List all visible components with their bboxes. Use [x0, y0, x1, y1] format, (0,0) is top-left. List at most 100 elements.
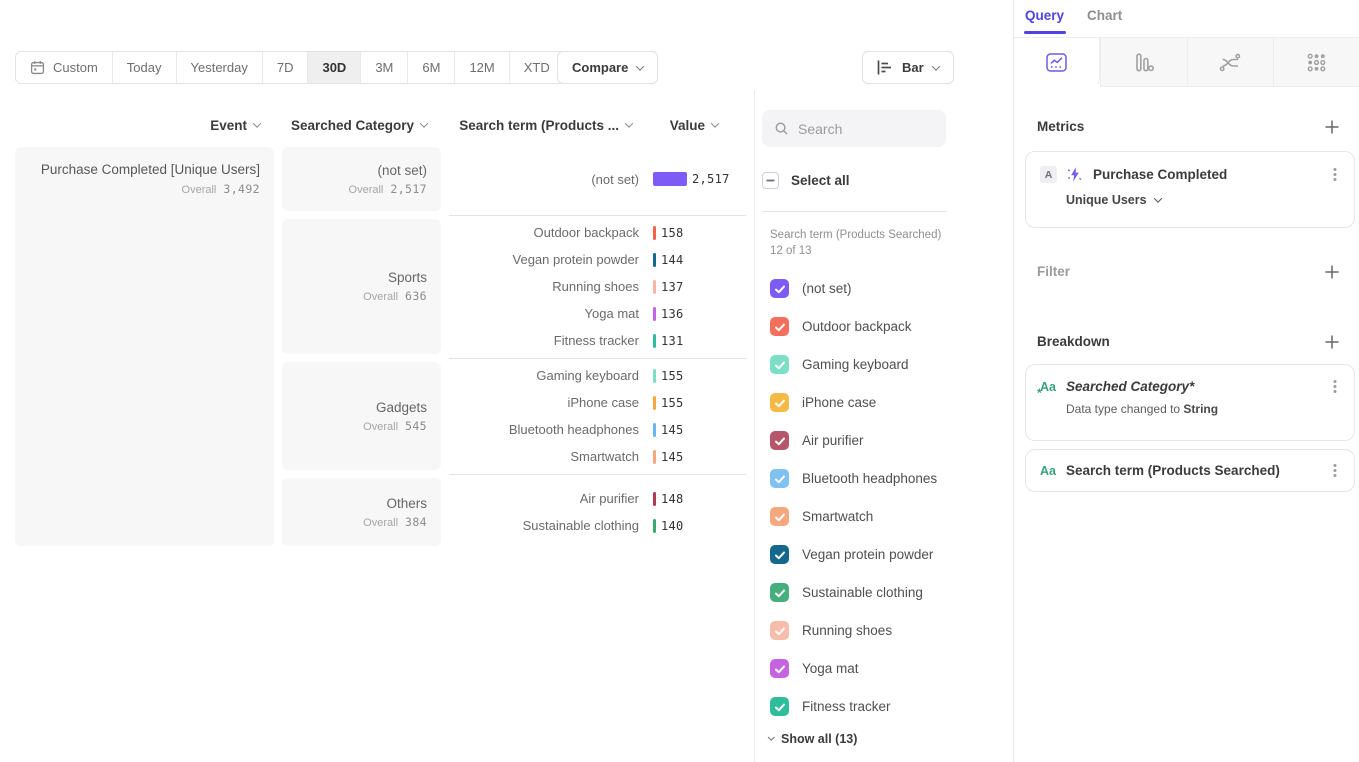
kebab-menu-icon[interactable]: [1328, 378, 1342, 395]
date-range-7d[interactable]: 7D: [263, 52, 309, 83]
filter-checkbox-list: (not set) Outdoor backpack Gaming keyboard…: [770, 279, 937, 716]
kebab-menu-icon[interactable]: [1328, 462, 1342, 479]
filter-item-gaming-keyboard[interactable]: Gaming keyboard: [770, 355, 937, 374]
retention-chart-icon: [1307, 53, 1326, 72]
date-range-yesterday[interactable]: Yesterday: [177, 52, 263, 83]
filter-item-outdoor-backpack[interactable]: Outdoor backpack: [770, 317, 937, 336]
overall-value: 636: [405, 289, 427, 303]
add-breakdown-button[interactable]: [1322, 332, 1342, 352]
category-cell: SportsOverall636: [282, 219, 441, 354]
chart-type-button[interactable]: Bar: [862, 51, 954, 84]
date-range-today[interactable]: Today: [113, 52, 177, 83]
date-range-6m[interactable]: 6M: [408, 52, 455, 83]
checkbox-checked[interactable]: [770, 697, 789, 716]
date-range-12m[interactable]: 12M: [455, 52, 509, 83]
value-number: 145: [661, 450, 684, 464]
date-range-3m[interactable]: 3M: [361, 52, 408, 83]
header-label: Searched Category: [291, 118, 414, 133]
horizontal-divider: [762, 211, 946, 212]
filter-item-vegan-protein-powder[interactable]: Vegan protein powder: [770, 545, 937, 564]
filter-item-fitness-tracker[interactable]: Fitness tracker: [770, 697, 937, 716]
date-range-30d[interactable]: 30D: [308, 52, 361, 83]
checkbox-label: Sustainable clothing: [802, 585, 923, 600]
add-filter-button[interactable]: [1322, 262, 1342, 282]
report-tab-retention[interactable]: [1273, 38, 1359, 87]
value-bar: [653, 492, 656, 506]
filter-item-yoga-mat[interactable]: Yoga mat: [770, 659, 937, 678]
value-row: Gaming keyboard155: [449, 362, 749, 389]
category-cell: (not set)Overall2,517: [282, 147, 441, 211]
breakdown-card[interactable]: AaSearch term (Products Searched): [1025, 449, 1355, 492]
checkbox-checked[interactable]: [770, 545, 789, 564]
show-all-label: Show all (13): [781, 732, 857, 746]
filter-item-sustainable-clothing[interactable]: Sustainable clothing: [770, 583, 937, 602]
add-metric-button[interactable]: [1322, 117, 1342, 137]
modified-asterisk: *: [1037, 386, 1042, 400]
checkbox-checked[interactable]: [770, 279, 789, 298]
report-tab-flows[interactable]: [1187, 38, 1273, 87]
checkbox-checked[interactable]: [770, 317, 789, 336]
event-cell: Purchase Completed [Unique Users] Overal…: [15, 147, 274, 546]
select-all-row[interactable]: Select all: [762, 172, 850, 189]
tab-query[interactable]: Query: [1025, 8, 1064, 23]
column-header-searched-category[interactable]: Searched Category: [282, 116, 427, 134]
checkbox-checked[interactable]: [770, 583, 789, 602]
category-cell: OthersOverall384: [282, 478, 441, 546]
checkbox-checked[interactable]: [770, 393, 789, 412]
overall-value: 3,492: [223, 182, 260, 196]
checkbox-label: Yoga mat: [802, 661, 859, 676]
report-tab-funnels[interactable]: [1100, 38, 1186, 87]
header-label: Value: [670, 118, 705, 133]
date-range-label: Yesterday: [191, 60, 248, 75]
category-name: Sports: [388, 270, 427, 285]
column-header-value[interactable]: Value: [660, 116, 718, 134]
select-all-label: Select all: [791, 173, 850, 188]
value-bar: [653, 280, 656, 294]
filter-item-bluetooth-headphones[interactable]: Bluetooth headphones: [770, 469, 937, 488]
value-row: Sustainable clothing140: [449, 512, 749, 539]
filter-item-smartwatch[interactable]: Smartwatch: [770, 507, 937, 526]
active-tab-underline: [1024, 31, 1066, 34]
report-tab-insights[interactable]: [1014, 38, 1100, 87]
aggregation-dropdown[interactable]: Unique Users: [1066, 193, 1354, 207]
search-term-label: iPhone case: [449, 395, 639, 410]
date-range-custom[interactable]: Custom: [16, 52, 113, 83]
select-all-checkbox-indeterminate[interactable]: [762, 172, 779, 189]
column-header-search-term[interactable]: Search term (Products ...: [449, 116, 632, 134]
checkbox-checked[interactable]: [770, 659, 789, 678]
search-input[interactable]: [798, 121, 928, 137]
filter-item--not-set-[interactable]: (not set): [770, 279, 937, 298]
search-term-label: Gaming keyboard: [449, 368, 639, 383]
search-term-label: Outdoor backpack: [449, 225, 639, 240]
breakdown-card[interactable]: Aa*Searched Category*Data type changed t…: [1025, 364, 1355, 441]
filter-item-iphone-case[interactable]: iPhone case: [770, 393, 937, 412]
header-label: Search term (Products ...: [459, 118, 619, 133]
kebab-menu-icon[interactable]: [1328, 166, 1342, 183]
search-term-label: Sustainable clothing: [449, 518, 639, 533]
filter-item-running-shoes[interactable]: Running shoes: [770, 621, 937, 640]
compare-button[interactable]: Compare: [557, 51, 658, 84]
value-row: Running shoes137: [449, 273, 749, 300]
metric-name: Purchase Completed: [1093, 167, 1227, 182]
metric-card[interactable]: A Purchase Completed Unique Users: [1025, 151, 1355, 228]
event-name: Purchase Completed [Unique Users]: [41, 162, 260, 177]
tab-chart[interactable]: Chart: [1087, 8, 1122, 23]
filter-title: Filter: [1037, 264, 1070, 279]
date-range-group: CustomTodayYesterday7D30D3M6M12MXTD: [15, 51, 581, 84]
checkbox-label: Outdoor backpack: [802, 319, 912, 334]
checkbox-checked[interactable]: [770, 469, 789, 488]
checkbox-checked[interactable]: [770, 431, 789, 450]
checkbox-checked[interactable]: [770, 355, 789, 374]
checkbox-checked[interactable]: [770, 621, 789, 640]
insights-chart-icon: [1046, 53, 1067, 72]
search-box[interactable]: [762, 110, 946, 147]
show-all-toggle[interactable]: Show all (13): [768, 732, 857, 746]
chevron-down-icon: [253, 119, 261, 127]
series-badge: A: [1040, 166, 1057, 183]
filter-item-air-purifier[interactable]: Air purifier: [770, 431, 937, 450]
overall-label: Overall: [363, 517, 398, 529]
checkbox-checked[interactable]: [770, 507, 789, 526]
date-range-label: 30D: [322, 60, 346, 75]
column-header-event[interactable]: Event: [15, 116, 260, 134]
value-group: Gaming keyboard155iPhone case155Bluetoot…: [449, 362, 749, 470]
